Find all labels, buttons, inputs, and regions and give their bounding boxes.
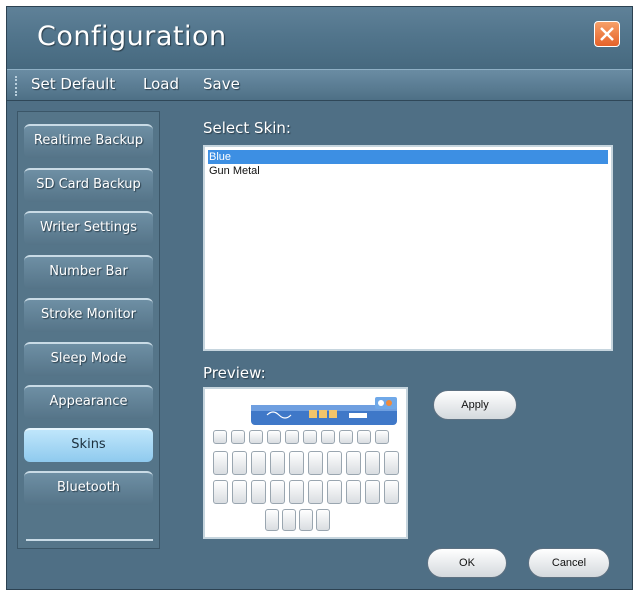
preview-key [299,509,313,531]
preview-key [265,509,279,531]
close-button[interactable] [594,21,620,47]
menu-load[interactable]: Load [143,75,179,93]
preview-key [308,451,323,475]
preview-key [285,430,299,444]
preview-key [213,451,228,475]
preview-key [270,451,285,475]
preview-key [384,451,399,475]
preview-key [251,480,266,504]
menu-save[interactable]: Save [203,75,240,93]
preview-key [339,430,353,444]
preview-key [213,480,228,504]
preview-key [316,509,330,531]
preview-key [232,451,247,475]
preview-label: Preview: [203,364,266,382]
preview-key [346,451,361,475]
cancel-button[interactable]: Cancel [528,548,610,578]
preview-key [232,480,247,504]
preview-key [270,480,285,504]
preview-key [289,451,304,475]
window-title: Configuration [37,21,227,52]
preview-key [249,430,263,444]
skin-listbox[interactable]: Blue Gun Metal [203,145,613,351]
preview-key [327,480,342,504]
preview-key [384,480,399,504]
sidebar-divider [26,539,153,541]
preview-key [357,430,371,444]
select-skin-label: Select Skin: [203,119,291,137]
sidebar-item-appearance[interactable]: Appearance [24,385,153,419]
preview-key [321,430,335,444]
sidebar-item-skins[interactable]: Skins [24,428,153,462]
close-icon [600,27,614,41]
sidebar-item-number-bar[interactable]: Number Bar [24,255,153,289]
preview-key [289,480,304,504]
apply-button[interactable]: Apply [433,390,517,420]
ok-button[interactable]: OK [427,548,507,578]
skin-option-gun-metal[interactable]: Gun Metal [208,164,608,178]
preview-key [282,509,296,531]
preview-key [251,451,266,475]
preview-key [213,430,227,444]
preview-key [346,480,361,504]
preview-key [375,430,389,444]
sidebar-item-writer-settings[interactable]: Writer Settings [24,211,153,245]
sidebar-item-stroke-monitor[interactable]: Stroke Monitor [24,298,153,332]
menu-set-default[interactable]: Set Default [31,75,115,93]
sidebar: Realtime Backup SD Card Backup Writer Se… [17,111,160,549]
configuration-window: Configuration Set Default Load Save Real… [6,6,633,590]
preview-key [308,480,323,504]
preview-key [365,480,380,504]
sidebar-item-sleep-mode[interactable]: Sleep Mode [24,342,153,376]
sidebar-item-bluetooth[interactable]: Bluetooth [24,471,153,505]
preview-key [303,430,317,444]
toolbar-grip-icon[interactable] [15,76,20,96]
skin-option-blue[interactable]: Blue [208,150,608,164]
preview-key [267,430,281,444]
preview-key [231,430,245,444]
preview-key [327,451,342,475]
menu-bar: Set Default Load Save [7,69,632,101]
title-bar[interactable]: Configuration [7,7,632,69]
sidebar-item-sd-card-backup[interactable]: SD Card Backup [24,168,153,202]
preview-key [365,451,380,475]
sidebar-item-realtime-backup[interactable]: Realtime Backup [24,124,153,158]
skin-preview [203,387,408,539]
